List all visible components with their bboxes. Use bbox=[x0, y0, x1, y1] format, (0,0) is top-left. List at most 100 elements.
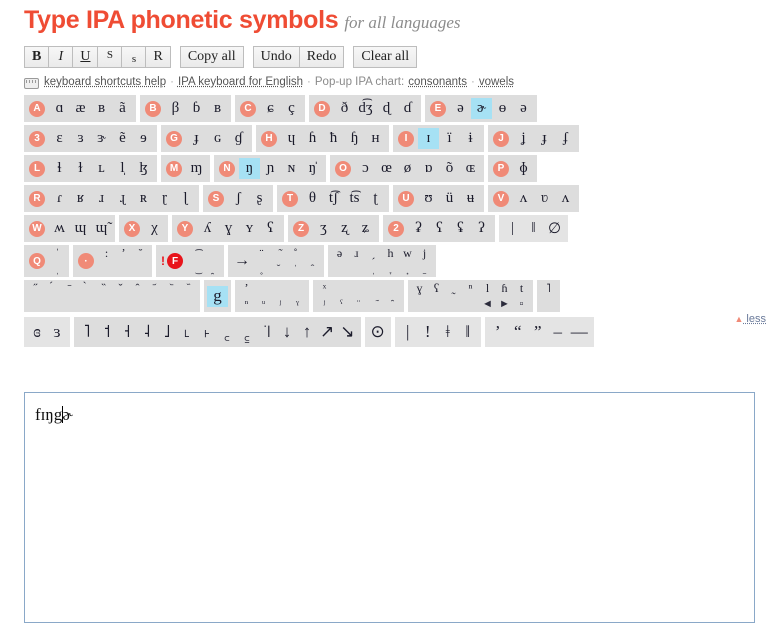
ipa-key[interactable]: ʀ bbox=[133, 188, 154, 209]
ipa-key[interactable]: ʒ bbox=[313, 218, 334, 239]
ipa-key[interactable]: ̌ bbox=[270, 262, 287, 275]
ipa-key[interactable]: ̰ bbox=[445, 282, 462, 295]
ipa-key[interactable]: ɰ̃ bbox=[91, 218, 112, 239]
ipa-key[interactable]: ̌ bbox=[112, 282, 129, 295]
ipa-key[interactable]: ∅ bbox=[544, 218, 565, 239]
ipa-key[interactable]: ï bbox=[439, 128, 460, 149]
ipa-key[interactable]: ̃ bbox=[367, 297, 384, 310]
ipa-key[interactable]: ʲ bbox=[316, 297, 333, 310]
key-group-badge[interactable]: L bbox=[29, 160, 45, 177]
vowels-link[interactable]: vowels bbox=[479, 76, 514, 88]
key-group-badge[interactable]: S bbox=[208, 190, 224, 207]
ipa-key[interactable]: ᷅ bbox=[163, 282, 180, 295]
ipa-key[interactable]: ⁿ bbox=[238, 297, 255, 310]
ipa-key[interactable]: “ bbox=[508, 322, 528, 343]
ipa-key[interactable]: ɕ bbox=[260, 98, 281, 119]
ipa-key[interactable]: ʼ bbox=[115, 246, 132, 260]
ipa-key[interactable]: ɴ bbox=[281, 158, 302, 179]
consonants-link[interactable]: consonants bbox=[408, 76, 467, 88]
ipa-key[interactable]: ̏ bbox=[95, 282, 112, 295]
ipa-key[interactable]: ɸ bbox=[513, 158, 534, 179]
ipa-key[interactable]: ̆ bbox=[132, 247, 149, 260]
key-group-badge[interactable]: D bbox=[314, 100, 330, 117]
ipa-key[interactable]: ̂ bbox=[304, 262, 321, 275]
key-group-badge[interactable]: F bbox=[167, 253, 183, 269]
ipa-key[interactable]: ʝ bbox=[513, 128, 534, 149]
ipa-key[interactable]: l̩ bbox=[112, 158, 133, 179]
ipa-key[interactable]: ɹ bbox=[348, 246, 365, 260]
ipa-key[interactable]: — bbox=[568, 322, 591, 343]
ipa-key[interactable]: ʎ bbox=[197, 218, 218, 239]
ipa-key[interactable]: ˠ bbox=[289, 297, 306, 310]
ipa-key[interactable]: ɘ bbox=[133, 128, 154, 149]
ipa-key[interactable]: ̗ bbox=[365, 247, 382, 260]
ipa-key[interactable]: ˌ bbox=[49, 262, 66, 275]
ipa-key[interactable]: ə bbox=[331, 246, 348, 260]
ipa-key[interactable]: ̋ bbox=[27, 282, 44, 295]
ipa-key[interactable]: õ bbox=[439, 158, 460, 179]
ipa-key[interactable]: χ bbox=[144, 218, 165, 239]
key-group-badge[interactable]: T bbox=[282, 190, 298, 207]
ipa-key[interactable]: ᷄ bbox=[146, 282, 163, 295]
ipa-key[interactable]: ˈ bbox=[49, 246, 66, 260]
key-group-badge[interactable]: A bbox=[29, 100, 45, 117]
ipa-key[interactable]: ʁ bbox=[70, 188, 91, 209]
ipa-key[interactable]: ʂ bbox=[249, 188, 270, 209]
ipa-key[interactable]: ꜀ bbox=[217, 322, 237, 343]
ipa-key[interactable]: ɢ bbox=[207, 128, 228, 149]
ipa-key[interactable]: ʕ bbox=[429, 218, 450, 239]
ipa-key[interactable]: ́ bbox=[44, 282, 61, 295]
key-group-badge[interactable]: Q bbox=[29, 253, 45, 269]
ipa-key[interactable]: t͡s bbox=[344, 188, 365, 209]
key-group-badge[interactable]: Y bbox=[177, 220, 193, 237]
ipa-key[interactable]: ɭ bbox=[175, 188, 196, 209]
ipa-key[interactable]: ɟ bbox=[534, 128, 555, 149]
ipa-key[interactable]: ̈ bbox=[253, 247, 270, 260]
ipa-key[interactable]: ʋ bbox=[534, 188, 555, 209]
ipa-key[interactable]: ̍ bbox=[287, 262, 304, 275]
ipa-key[interactable]: ɹ bbox=[91, 188, 112, 209]
ipa-key[interactable]: ɖ bbox=[376, 98, 397, 119]
ipa-key[interactable]: ɝ bbox=[91, 128, 112, 149]
ipa-key[interactable]: ɮ bbox=[133, 158, 154, 179]
key-group-badge[interactable]: I bbox=[398, 130, 414, 147]
ipa-key[interactable]: ɒ bbox=[418, 158, 439, 179]
ipa-key[interactable]: ͜ bbox=[187, 262, 204, 275]
ipa-key[interactable]: ɻ bbox=[112, 188, 133, 209]
ipa-key[interactable]: ɫ bbox=[70, 158, 91, 179]
ipa-key[interactable]: – bbox=[548, 322, 568, 343]
key-group-badge[interactable]: G bbox=[166, 130, 182, 147]
undo-button[interactable]: Undo bbox=[252, 46, 300, 68]
ipa-key[interactable]: ɣ bbox=[218, 218, 239, 239]
ipa-key[interactable]: ɦ bbox=[302, 128, 323, 149]
clear-all-button[interactable]: Clear all bbox=[353, 46, 418, 68]
ipa-key[interactable]: ̩ bbox=[365, 262, 382, 275]
ipa-key[interactable]: ɦ bbox=[496, 281, 513, 295]
ipa-key[interactable]: ↘ bbox=[337, 322, 357, 343]
ipa-key[interactable]: ẽ bbox=[112, 128, 133, 149]
ipa-key[interactable]: ̥ bbox=[253, 262, 270, 275]
key-group-badge[interactable]: 2 bbox=[388, 220, 404, 237]
ipa-key[interactable]: ̃ bbox=[270, 247, 287, 260]
ipa-key[interactable]: ɠ bbox=[228, 128, 249, 149]
ipa-key[interactable]: ɰ bbox=[70, 218, 91, 239]
ipa-key[interactable]: ̄ bbox=[61, 282, 78, 295]
ipa-key[interactable]: ˫ bbox=[197, 322, 217, 343]
key-group-badge[interactable]: P bbox=[493, 160, 509, 177]
key-group-badge[interactable]: J bbox=[493, 130, 509, 147]
ipa-key[interactable]: ɥ bbox=[281, 128, 302, 149]
superscript-button[interactable]: S bbox=[97, 46, 123, 68]
redo-button[interactable]: Redo bbox=[298, 46, 345, 68]
ipa-key[interactable]: ʕ bbox=[428, 281, 445, 295]
ipa-key[interactable]: ꜁ bbox=[237, 322, 257, 343]
ipa-text-editor[interactable]: fɪŋgɚ bbox=[24, 392, 755, 623]
key-group-badge[interactable]: M bbox=[166, 160, 182, 177]
ipa-key[interactable]: ʃ bbox=[228, 188, 249, 209]
key-group-badge[interactable]: H bbox=[261, 130, 277, 147]
italic-button[interactable]: I bbox=[48, 46, 74, 68]
ipa-key[interactable]: ɪ bbox=[418, 128, 439, 149]
ipa-key[interactable]: ˥ bbox=[540, 281, 557, 295]
ipa-key[interactable]: ► bbox=[496, 297, 513, 310]
ipa-key[interactable]: | bbox=[398, 322, 418, 343]
key-group-badge[interactable]: W bbox=[29, 220, 45, 237]
